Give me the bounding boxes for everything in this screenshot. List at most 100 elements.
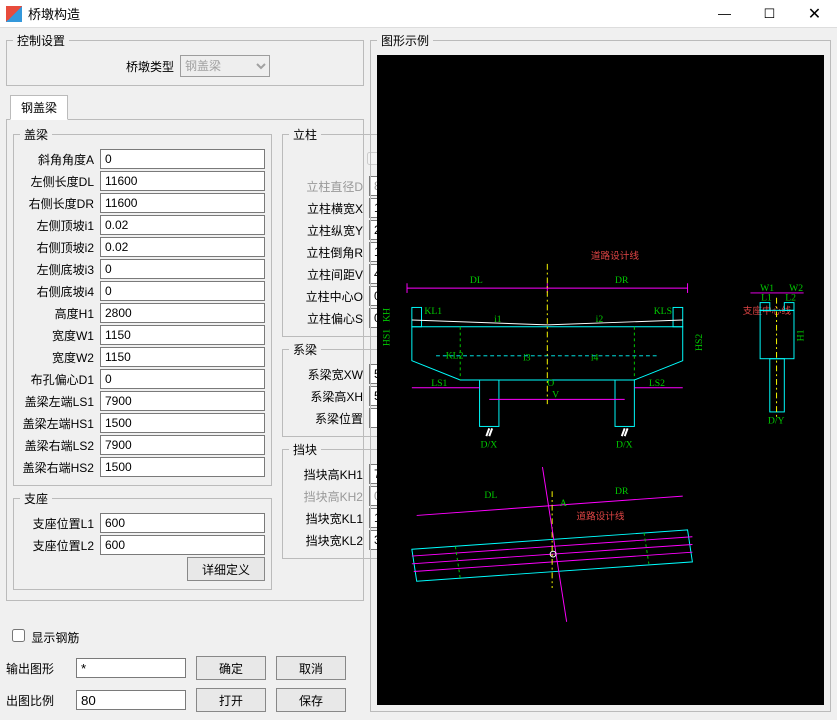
- cap-ls2-label: 盖梁右端LS2: [20, 437, 100, 454]
- pier-type-select[interactable]: 钢盖梁: [180, 55, 270, 77]
- scale-label: 出图比例: [6, 692, 66, 709]
- right-dr-label: 右侧长度DR: [20, 195, 100, 212]
- hole-d1-label: 布孔偏心D1: [20, 371, 100, 388]
- tie-legend: 系梁: [289, 341, 321, 358]
- tie-pos-label: 系梁位置: [289, 410, 369, 427]
- col-v-label: 立柱间距V: [289, 266, 369, 283]
- dlabel-dl: DL: [470, 275, 483, 286]
- dlabel-i4: i4: [591, 353, 599, 364]
- app-icon: [6, 6, 22, 22]
- tie-xw-label: 系梁宽XW: [289, 366, 369, 383]
- seat-l2-input[interactable]: [100, 535, 265, 555]
- hole-d1-input[interactable]: [100, 369, 265, 389]
- column-legend: 立柱: [289, 126, 321, 143]
- dlabel-road-line2: 道路设计线: [576, 510, 625, 522]
- angle-a-input[interactable]: [100, 149, 265, 169]
- show-rebar-checkbox[interactable]: [12, 629, 25, 642]
- seat-l2-label: 支座位置L2: [20, 537, 100, 554]
- col-s-label: 立柱偏心S: [289, 310, 369, 327]
- dlabel-h1: H1: [796, 329, 807, 341]
- ok-button[interactable]: 确定: [196, 656, 266, 680]
- col-x-label: 立柱横宽X: [289, 200, 369, 217]
- right-i2-input[interactable]: [100, 237, 265, 257]
- show-rebar-label: 显示钢筋: [31, 631, 79, 645]
- col-r-label: 立柱倒角R: [289, 244, 369, 261]
- seat-group: 支座 支座位置L1 支座位置L2 详细定义: [13, 490, 272, 590]
- left-dl-input[interactable]: [100, 171, 265, 191]
- dlabel-hs2: HS2: [694, 334, 705, 351]
- save-button[interactable]: 保存: [276, 688, 346, 712]
- cap-ls2-input[interactable]: [100, 435, 265, 455]
- seat-l1-input[interactable]: [100, 513, 265, 533]
- open-button[interactable]: 打开: [196, 688, 266, 712]
- dlabel-kl2: KL2: [446, 351, 464, 362]
- dlabel-kls: KLS: [654, 306, 672, 317]
- block-kh2-label: 挡块高KH2: [289, 488, 369, 505]
- close-button[interactable]: ✕: [792, 0, 837, 28]
- dlabel-i1: i1: [494, 314, 502, 325]
- cap-hs1-input[interactable]: [100, 413, 265, 433]
- width-w2-input[interactable]: [100, 347, 265, 367]
- block-kl2-label: 挡块宽KL2: [289, 532, 369, 549]
- window-title: 桥墩构造: [28, 4, 702, 23]
- control-settings-group: 控制设置 桥墩类型 钢盖梁: [6, 32, 364, 86]
- maximize-button[interactable]: ☐: [747, 0, 792, 28]
- width-w2-label: 宽度W2: [20, 349, 100, 366]
- tab-steel-cap[interactable]: 钢盖梁: [10, 95, 68, 120]
- block-kl1-label: 挡块宽KL1: [289, 510, 369, 527]
- dlabel-road-line: 道路设计线: [591, 250, 640, 262]
- cap-hs2-input[interactable]: [100, 457, 265, 477]
- dlabel-dr: DR: [615, 275, 629, 286]
- dlabel-i3: i3: [523, 353, 531, 364]
- col-d-label: 立柱直径D: [289, 178, 369, 195]
- width-w1-label: 宽度W1: [20, 327, 100, 344]
- right-i4-label: 右侧底坡i4: [20, 283, 100, 300]
- block-legend: 挡块: [289, 441, 321, 458]
- control-legend: 控制设置: [13, 32, 69, 49]
- diagram-canvas: 道路设计线 DL DR KL1 KLS i1 i2: [377, 55, 824, 705]
- height-h1-label: 高度H1: [20, 305, 100, 322]
- diagram-legend: 图形示例: [377, 32, 433, 49]
- dlabel-hs1: HS1: [382, 329, 393, 346]
- tab-header: 钢盖梁: [6, 90, 364, 120]
- left-i3-input[interactable]: [100, 259, 265, 279]
- dlabel-a: A: [560, 498, 567, 509]
- output-graphic-input[interactable]: [76, 658, 186, 678]
- cancel-button[interactable]: 取消: [276, 656, 346, 680]
- dlabel-dl2: DL: [484, 490, 497, 501]
- angle-a-label: 斜角角度A: [20, 151, 100, 168]
- dlabel-l1: L1: [761, 293, 772, 304]
- left-i3-label: 左侧底坡i3: [20, 261, 100, 278]
- seat-legend: 支座: [20, 490, 52, 507]
- height-h1-input[interactable]: [100, 303, 265, 323]
- cap-ls1-input[interactable]: [100, 391, 265, 411]
- minimize-button[interactable]: —: [702, 0, 747, 28]
- scale-input[interactable]: [76, 690, 186, 710]
- block-kh1-label: 挡块高KH1: [289, 466, 369, 483]
- right-i2-label: 右侧顶坡i2: [20, 239, 100, 256]
- col-y-label: 立柱纵宽Y: [289, 222, 369, 239]
- dlabel-dx1: D/X: [481, 440, 498, 451]
- dlabel-i2: i2: [596, 314, 604, 325]
- dlabel-dr2: DR: [615, 486, 629, 497]
- cap-ls1-label: 盖梁左端LS1: [20, 393, 100, 410]
- titlebar: 桥墩构造 — ☐ ✕: [0, 0, 837, 28]
- diagram-group: 图形示例 道路设计线 DL DR KL1 KLS: [370, 32, 831, 712]
- col-o-label: 立柱中心O: [289, 288, 369, 305]
- right-i4-input[interactable]: [100, 281, 265, 301]
- tab-body: 盖梁 斜角角度A 左侧长度DL 右侧长度DR 左侧顶坡i1 右侧顶坡i2 左侧底…: [6, 120, 364, 601]
- dlabel-kh1: KH: [382, 308, 393, 322]
- output-graphic-label: 输出图形: [6, 660, 66, 677]
- dlabel-ls1: LS1: [431, 378, 447, 389]
- dlabel-kl1: KL1: [424, 306, 442, 317]
- tie-xh-label: 系梁高XH: [289, 388, 369, 405]
- pier-type-label: 桥墩类型: [100, 58, 180, 75]
- cap-beam-group: 盖梁 斜角角度A 左侧长度DL 右侧长度DR 左侧顶坡i1 右侧顶坡i2 左侧底…: [13, 126, 272, 486]
- dlabel-l2: L2: [785, 293, 796, 304]
- left-i1-input[interactable]: [100, 215, 265, 235]
- seat-detail-button[interactable]: 详细定义: [187, 557, 265, 581]
- right-dr-input[interactable]: [100, 193, 265, 213]
- dlabel-dx2: D/X: [616, 440, 633, 451]
- seat-l1-label: 支座位置L1: [20, 515, 100, 532]
- width-w1-input[interactable]: [100, 325, 265, 345]
